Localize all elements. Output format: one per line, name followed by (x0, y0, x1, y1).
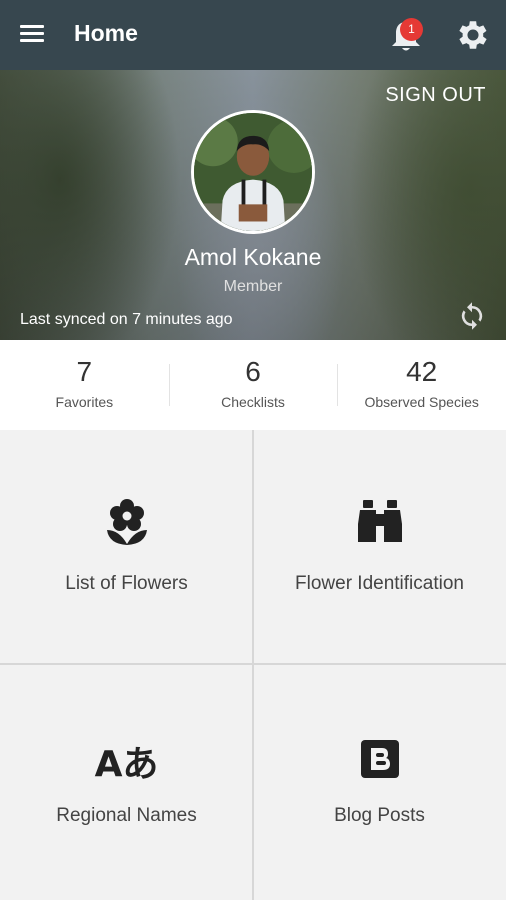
stat-checklists[interactable]: 6 Checklists (168, 340, 338, 430)
translate-icon: Aあ (94, 744, 159, 785)
stat-value: 7 (76, 356, 93, 387)
stat-label: Favorites (55, 394, 114, 410)
notification-badge: 1 (400, 18, 423, 41)
last-synced-text: Last synced on 7 minutes ago (20, 311, 233, 328)
refresh-icon[interactable] (457, 301, 487, 331)
profile-name: Amol Kokane (184, 244, 322, 270)
menu-icon[interactable] (20, 22, 50, 48)
gear-icon[interactable] (454, 16, 492, 54)
page-title: Home (74, 20, 138, 46)
tile-label: Blog Posts (334, 805, 425, 826)
tile-list-of-flowers[interactable]: List of Flowers (0, 430, 253, 664)
feature-grid: List of Flowers Flower Identification Aあ… (0, 430, 506, 900)
app-bar: Home 1 (0, 0, 506, 70)
avatar[interactable] (191, 110, 315, 234)
flower-icon (105, 498, 149, 550)
binoculars-icon (357, 498, 403, 548)
stat-value: 6 (245, 356, 261, 387)
tile-blog-posts[interactable]: Blog Posts (253, 665, 506, 899)
stat-observed-species[interactable]: 42 Observed Species (337, 340, 506, 430)
stats-row: 7 Favorites 6 Checklists 42 Observed Spe… (0, 340, 506, 430)
stat-favorites[interactable]: 7 Favorites (0, 340, 169, 430)
profile-role: Member (223, 278, 283, 295)
tile-label: Regional Names (56, 805, 197, 826)
stat-value: 42 (406, 356, 438, 387)
stat-label: Observed Species (364, 394, 479, 410)
profile-header: SIGN OUT Amol Kokane Member Last synced … (0, 70, 506, 340)
stat-label: Checklists (221, 394, 285, 410)
blogger-icon (360, 740, 399, 782)
tile-label: List of Flowers (65, 573, 188, 594)
sign-out-button[interactable]: SIGN OUT (385, 84, 486, 107)
grid-divider-vertical (252, 430, 254, 900)
tile-label: Flower Identification (295, 573, 464, 594)
grid-divider-horizontal (0, 663, 506, 665)
tile-regional-names[interactable]: Aあ Regional Names (0, 665, 253, 899)
tile-flower-identification[interactable]: Flower Identification (253, 430, 506, 664)
